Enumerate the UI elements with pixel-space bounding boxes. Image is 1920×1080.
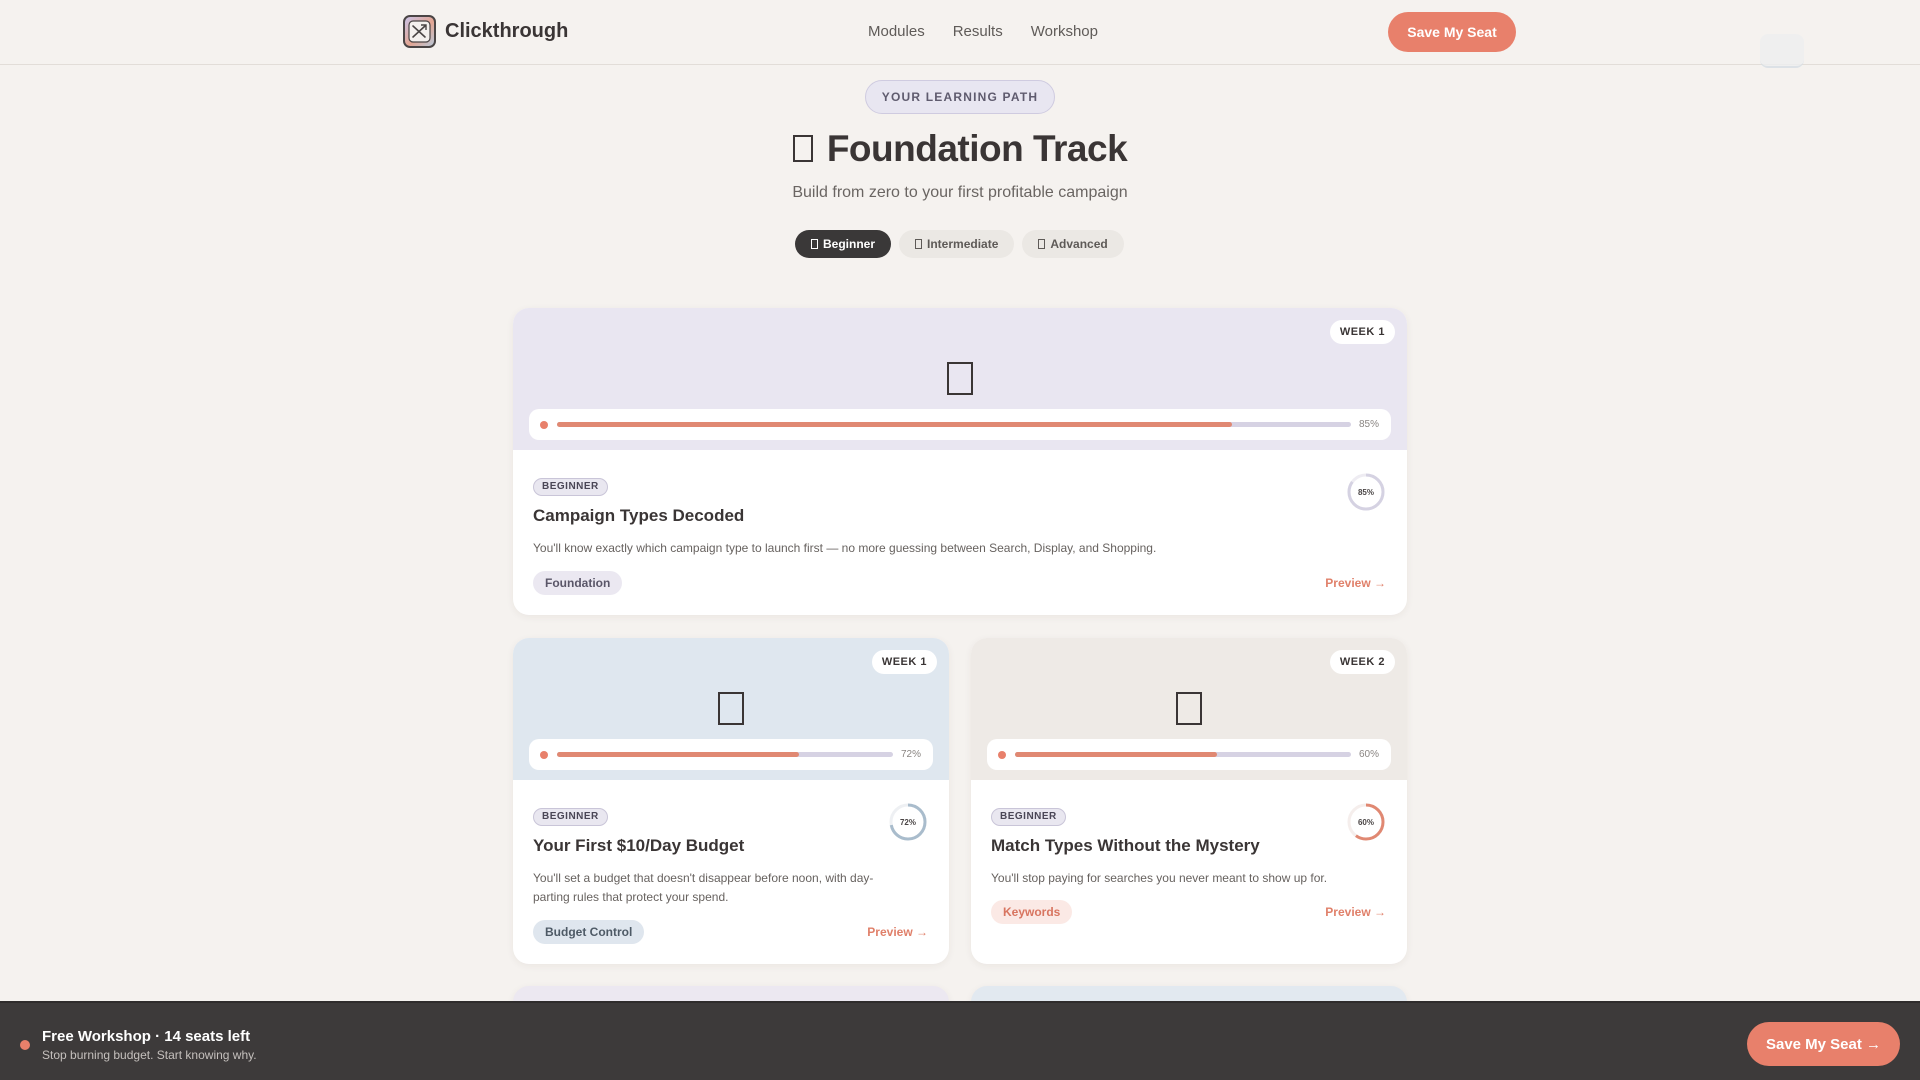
- logo-icon: [403, 15, 436, 48]
- progress-percent: 60%: [1358, 749, 1379, 760]
- save-seat-button[interactable]: Save My Seat: [1388, 12, 1516, 52]
- module-card[interactable]: WEEK 2 60% 60% BEGINNER Match Types With…: [971, 638, 1407, 964]
- module-title: Campaign Types Decoded: [533, 506, 745, 525]
- topic-tag: Keywords: [991, 900, 1073, 924]
- tab-advanced[interactable]: Advanced: [1022, 230, 1124, 258]
- workshop-banner: Free Workshop · 14 seats left Stop burni…: [0, 1001, 1920, 1080]
- page-subtitle: Build from zero to your first profitable…: [792, 184, 1128, 201]
- module-description: You'll stop paying for searches you neve…: [991, 871, 1328, 885]
- progress-bar: 72%: [529, 739, 933, 770]
- module-description: You'll set a budget that doesn't disappe…: [533, 871, 874, 904]
- workshop-subtitle: Stop burning budget. Start knowing why.: [42, 1048, 257, 1062]
- card-body: BEGINNER Your First $10/Day Budget You'l…: [513, 806, 949, 907]
- decorative-blob: [1760, 34, 1804, 68]
- tab-beginner[interactable]: Beginner: [795, 230, 892, 258]
- week-badge: WEEK 2: [1329, 650, 1395, 674]
- progress-percent: 85%: [1358, 419, 1379, 430]
- workshop-title: Free Workshop · 14 seats left: [42, 1028, 251, 1045]
- topic-tag: Foundation: [533, 571, 623, 595]
- brand[interactable]: Clickthrough: [403, 15, 568, 48]
- track-icon: [792, 134, 813, 162]
- module-card[interactable]: WEEK 1 85% 85% BEGINNER Campaign Types D…: [513, 308, 1407, 615]
- progress-bar: 60%: [987, 739, 1391, 770]
- week-badge: WEEK 1: [871, 650, 937, 674]
- progress-dot: [998, 751, 1006, 759]
- tab-beginner-label: Beginner: [823, 237, 876, 251]
- advanced-icon: [1038, 239, 1046, 249]
- tab-advanced-label: Advanced: [1050, 237, 1108, 251]
- level-chip: BEGINNER: [991, 808, 1066, 826]
- progress-fill: [1015, 752, 1217, 757]
- module-icon: [947, 362, 973, 395]
- preview-link[interactable]: Preview →: [1325, 576, 1386, 590]
- module-icon: [718, 692, 744, 725]
- module-title: Your First $10/Day Budget: [533, 836, 745, 855]
- module-description: You'll know exactly which campaign type …: [533, 541, 1157, 555]
- topic-tag: Budget Control: [533, 920, 645, 944]
- intermediate-icon: [915, 239, 923, 249]
- progress-fill: [557, 422, 1232, 427]
- save-seat-bottom-button[interactable]: Save My Seat →: [1747, 1022, 1900, 1066]
- progress-track: [557, 422, 1351, 427]
- top-navbar: Clickthrough Modules Results Workshop Sa…: [0, 0, 1920, 65]
- page-title-text: Foundation Track: [826, 128, 1128, 169]
- beginner-icon: [811, 239, 818, 249]
- card-body: BEGINNER Match Types Without the Mystery…: [971, 806, 1407, 888]
- progress-percent: 72%: [900, 749, 921, 760]
- preview-link[interactable]: Preview →: [867, 925, 928, 939]
- progress-bar: 85%: [529, 409, 1391, 440]
- nav-link-workshop[interactable]: Workshop: [1031, 23, 1098, 40]
- preview-link[interactable]: Preview →: [1325, 905, 1386, 919]
- brand-name: Clickthrough: [445, 20, 569, 42]
- module-icon: [1176, 692, 1202, 725]
- progress-fill: [557, 752, 799, 757]
- tab-intermediate[interactable]: Intermediate: [899, 230, 1015, 258]
- progress-track: [557, 752, 893, 757]
- learning-path-eyebrow: YOUR LEARNING PATH: [865, 80, 1055, 114]
- module-title: Match Types Without the Mystery: [991, 836, 1260, 855]
- nav-link-modules[interactable]: Modules: [868, 23, 925, 40]
- card-body: BEGINNER Campaign Types Decoded You'll k…: [513, 476, 1407, 558]
- week-badge: WEEK 1: [1329, 320, 1395, 344]
- card-banner: WEEK 1 72%: [513, 638, 949, 780]
- progress-dot: [540, 751, 548, 759]
- nav-link-results[interactable]: Results: [953, 23, 1003, 40]
- main-nav: Modules Results Workshop: [868, 23, 1098, 40]
- level-tabs: Beginner Intermediate Advanced: [795, 230, 1124, 258]
- page-title: Foundation Track: [0, 128, 1920, 170]
- level-chip: BEGINNER: [533, 808, 608, 826]
- level-chip: BEGINNER: [533, 478, 608, 496]
- progress-dot: [540, 421, 548, 429]
- tab-intermediate-label: Intermediate: [927, 237, 999, 251]
- card-banner: WEEK 2 60%: [971, 638, 1407, 780]
- live-dot: [20, 1040, 30, 1050]
- progress-track: [1015, 752, 1351, 757]
- card-banner: WEEK 1 85%: [513, 308, 1407, 450]
- module-card[interactable]: WEEK 1 72% 72% BEGINNER Your First $10/D…: [513, 638, 949, 964]
